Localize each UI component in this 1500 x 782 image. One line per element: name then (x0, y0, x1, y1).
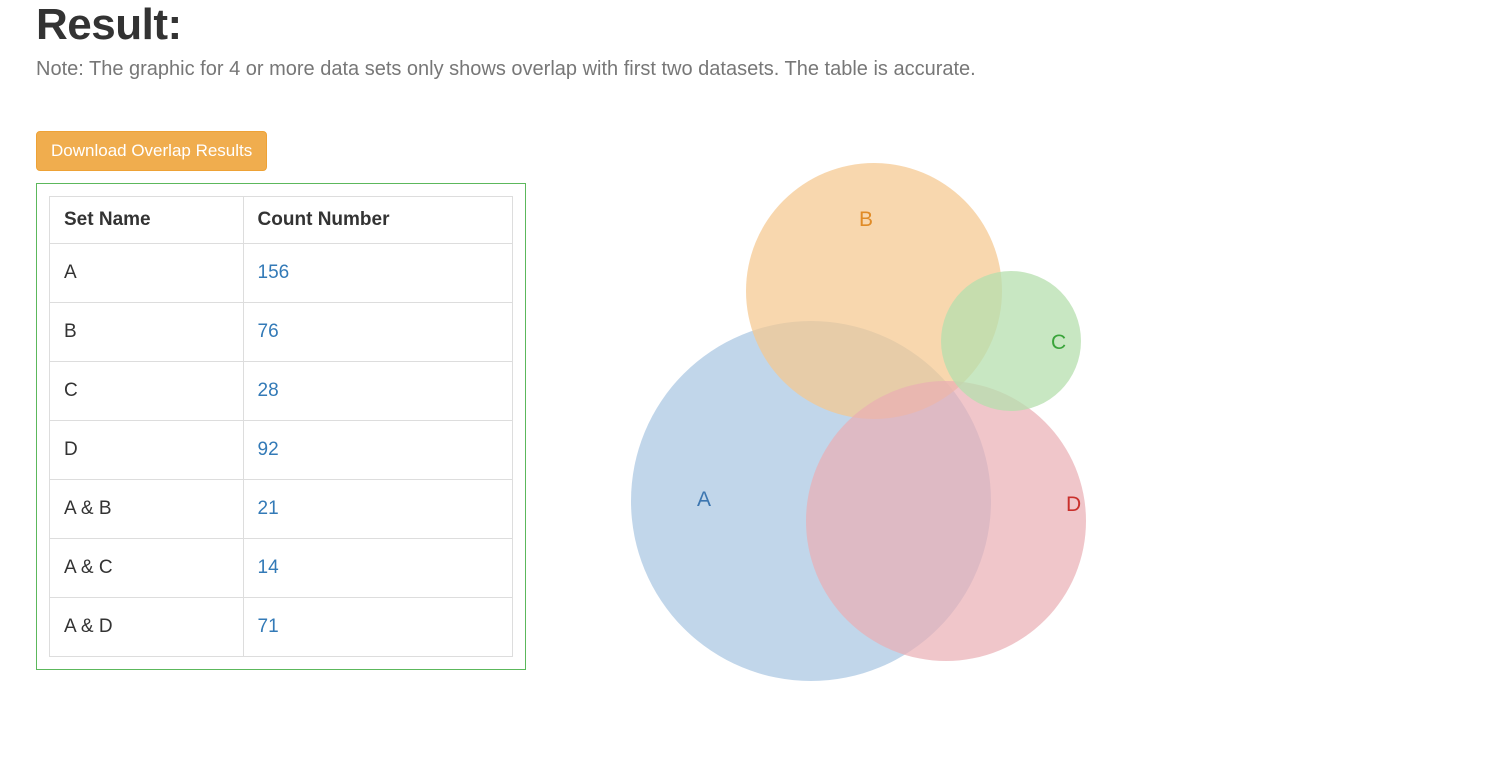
venn-label-C: C (1051, 331, 1066, 354)
count-link[interactable]: 156 (258, 262, 290, 283)
col-header-count-number: Count Number (243, 197, 512, 244)
cell-set-name: B (50, 303, 244, 362)
venn-diagram: B C A D (616, 131, 1136, 691)
table-row: D 92 (50, 421, 513, 480)
cell-count-number: 156 (243, 244, 512, 303)
cell-count-number: 21 (243, 480, 512, 539)
cell-set-name: A & C (50, 539, 244, 598)
venn-label-A: A (697, 488, 711, 511)
results-table: Set Name Count Number A 156 B 76 C 28 D 92 A & B… (49, 196, 513, 657)
count-link[interactable]: 92 (258, 439, 279, 460)
cell-count-number: 28 (243, 362, 512, 421)
venn-label-D: D (1066, 493, 1081, 516)
count-link[interactable]: 28 (258, 380, 279, 401)
note-text: Note: The graphic for 4 or more data set… (36, 58, 1464, 81)
cell-count-number: 92 (243, 421, 512, 480)
count-link[interactable]: 21 (258, 498, 279, 519)
table-row: A & D 71 (50, 598, 513, 657)
page-title: Result: (36, 0, 1464, 50)
cell-set-name: A & B (50, 480, 244, 539)
count-link[interactable]: 71 (258, 616, 279, 637)
venn-circle-D (806, 381, 1086, 661)
cell-count-number: 71 (243, 598, 512, 657)
cell-set-name: C (50, 362, 244, 421)
count-link[interactable]: 76 (258, 321, 279, 342)
table-row: C 28 (50, 362, 513, 421)
col-header-set-name: Set Name (50, 197, 244, 244)
cell-set-name: D (50, 421, 244, 480)
table-row: A 156 (50, 244, 513, 303)
count-link[interactable]: 14 (258, 557, 279, 578)
cell-count-number: 76 (243, 303, 512, 362)
table-row: A & B 21 (50, 480, 513, 539)
download-overlap-results-button[interactable]: Download Overlap Results (36, 131, 267, 171)
table-row: B 76 (50, 303, 513, 362)
cell-count-number: 14 (243, 539, 512, 598)
table-row: A & C 14 (50, 539, 513, 598)
cell-set-name: A & D (50, 598, 244, 657)
cell-set-name: A (50, 244, 244, 303)
venn-label-B: B (859, 208, 873, 231)
results-table-container: Set Name Count Number A 156 B 76 C 28 D 92 A & B… (36, 183, 526, 670)
